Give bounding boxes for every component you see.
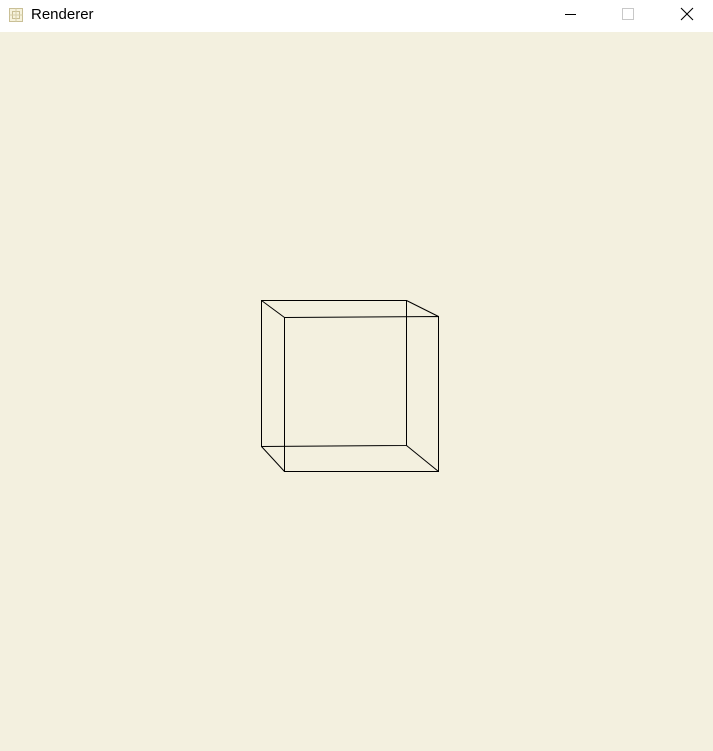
close-icon (680, 7, 694, 26)
renderer-window: Renderer (0, 0, 713, 751)
cube-edge-top-right (406, 300, 439, 317)
cube-edge-bottom-right (406, 445, 439, 472)
maximize-button[interactable] (605, 0, 651, 32)
render-canvas[interactable] (0, 32, 713, 751)
render-viewport (261, 300, 439, 472)
wireframe-cube (261, 300, 439, 472)
close-button[interactable] (664, 0, 710, 32)
cube-edge-top-left (261, 300, 285, 318)
minimize-icon (565, 7, 577, 25)
cube-back-face (261, 300, 407, 448)
title-bar[interactable]: Renderer (0, 0, 713, 32)
app-icon (9, 8, 23, 22)
maximize-icon (622, 7, 634, 25)
cube-edge-bottom-left (261, 446, 285, 472)
window-title: Renderer (31, 6, 94, 23)
cube-front-face (284, 315, 439, 472)
minimize-button[interactable] (548, 0, 594, 32)
